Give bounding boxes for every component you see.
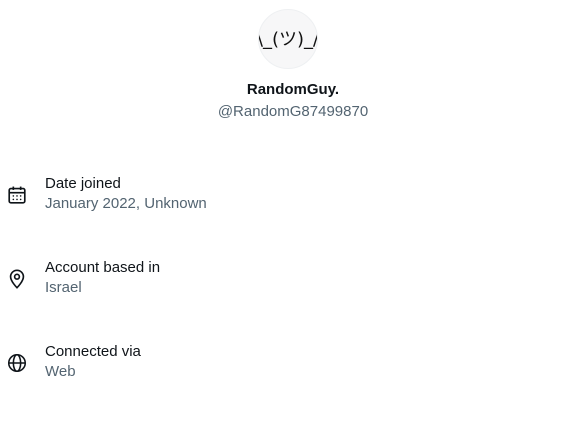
date-joined-value: January 2022, Unknown xyxy=(45,195,207,212)
info-row-date-joined: Date joined January 2022, Unknown xyxy=(0,175,586,223)
account-based-in-value: Israel xyxy=(45,279,82,296)
account-based-in-label: Account based in xyxy=(45,259,161,276)
connected-via-label: Connected via xyxy=(45,343,141,360)
info-row-connected-via: Connected via Web xyxy=(0,343,586,391)
avatar-shrug-text: \_(ツ)_/ xyxy=(258,29,318,50)
date-joined-label: Date joined xyxy=(45,175,121,192)
connected-via-value: Web xyxy=(45,363,76,380)
avatar[interactable]: \_(ツ)_/ xyxy=(258,9,318,69)
display-name: RandomGuy. xyxy=(246,81,340,98)
user-handle: @RandomG87499870 xyxy=(217,103,369,120)
globe-icon xyxy=(6,352,28,374)
account-info-panel: \_(ツ)_/ RandomGuy. @RandomG87499870 Date… xyxy=(0,0,586,438)
info-row-account-based-in: Account based in Israel xyxy=(0,259,586,307)
location-pin-icon xyxy=(6,268,28,290)
calendar-icon xyxy=(6,184,28,206)
